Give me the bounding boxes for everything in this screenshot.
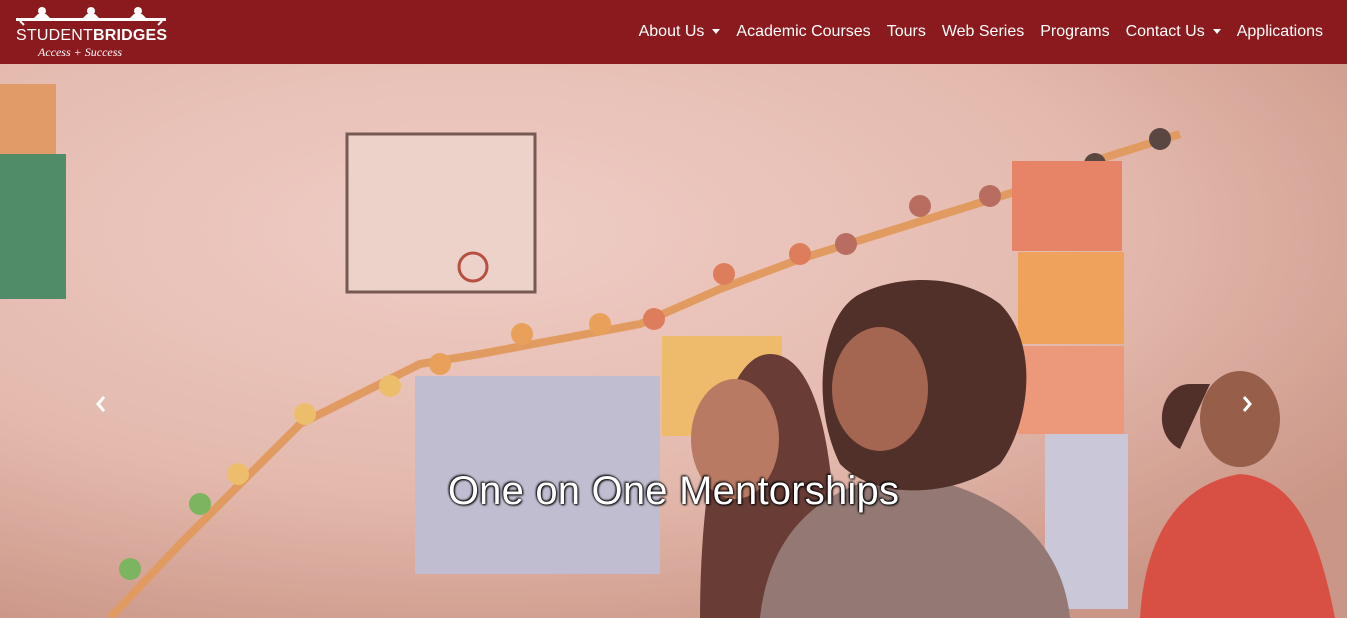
top-navbar: STUDENTBRIDGES Access + Success About Us… [0,0,1347,64]
chevron-left-icon [96,396,106,412]
main-nav: About Us Academic Courses Tours Web Seri… [631,23,1331,41]
brand-name-part1: STUDENT [16,27,93,44]
brand-name: STUDENTBRIDGES [16,27,167,45]
hero-caption: One on One Mentorships [447,469,900,513]
nav-academic-courses[interactable]: Academic Courses [728,23,878,41]
hero-carousel: One on One Mentorships [0,64,1347,618]
hero-tint-overlay [0,64,1347,618]
nav-contact-us-label: Contact Us [1125,23,1205,40]
nav-applications[interactable]: Applications [1229,23,1331,41]
nav-tours-label: Tours [886,23,926,40]
nav-about-us[interactable]: About Us [631,23,729,41]
chevron-down-icon [712,28,721,34]
nav-tours[interactable]: Tours [879,23,934,41]
nav-web-series-label: Web Series [941,23,1025,40]
nav-applications-label: Applications [1236,23,1323,40]
nav-web-series[interactable]: Web Series [934,23,1032,41]
nav-programs-label: Programs [1040,23,1110,40]
carousel-prev-button[interactable] [86,389,116,419]
nav-about-us-label: About Us [638,23,705,40]
nav-contact-us[interactable]: Contact Us [1118,23,1229,41]
chevron-right-icon [1242,396,1252,412]
chevron-down-icon [1212,28,1221,34]
brand-tagline: Access + Success [38,45,123,59]
brand-name-part2: BRIDGES [92,27,168,44]
nav-programs[interactable]: Programs [1032,23,1117,41]
carousel-next-button[interactable] [1232,389,1262,419]
logo-figures-icon [16,7,166,26]
nav-academic-courses-label: Academic Courses [736,23,871,40]
brand-logo[interactable]: STUDENTBRIDGES Access + Success [16,5,168,63]
